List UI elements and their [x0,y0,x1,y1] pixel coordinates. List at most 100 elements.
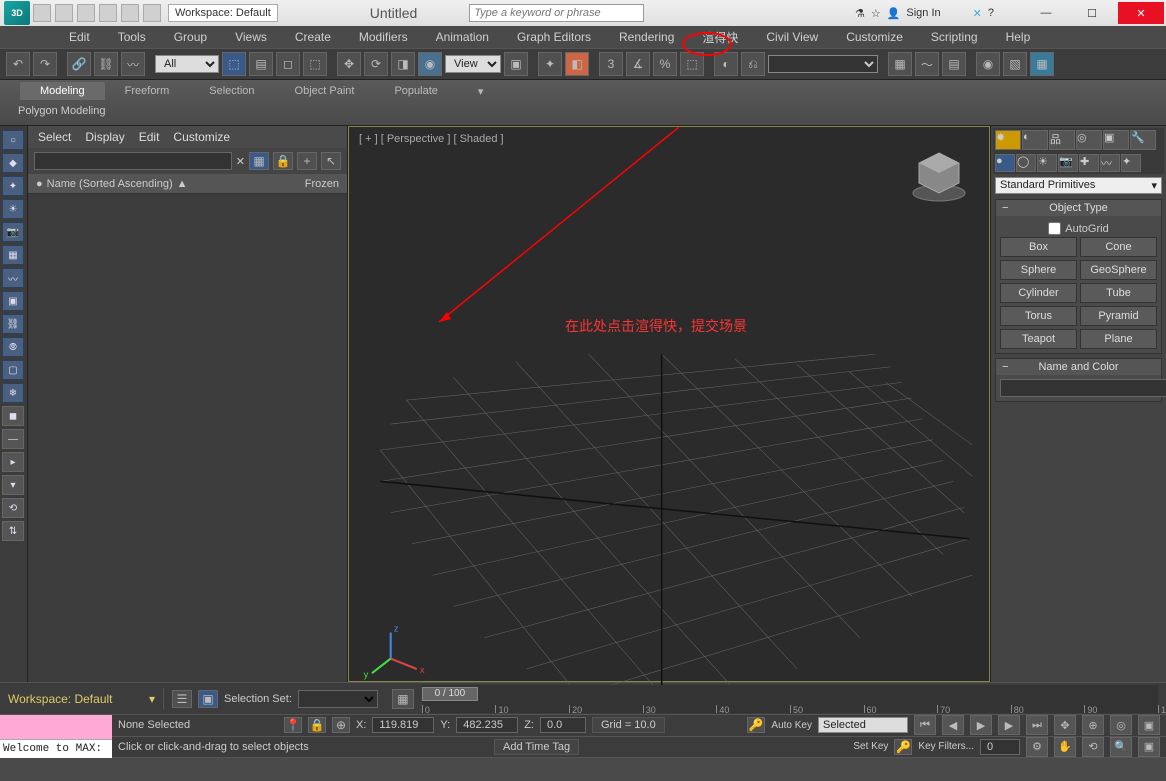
helpers-filter-icon[interactable]: ▦ [2,245,24,265]
spacewarps-filter-icon[interactable]: 〰 [2,268,24,288]
nav-icon-3[interactable]: ◎ [1110,715,1132,735]
abs-rel-icon[interactable]: ⊕ [332,717,350,733]
ribbon-panel-label[interactable]: Polygon Modeling [0,102,1166,117]
autokey-label[interactable]: Auto Key [771,720,812,731]
setkey-label[interactable]: Set Key [853,741,888,752]
z-coord-input[interactable] [540,717,586,733]
percent-snap-button[interactable]: % [653,52,677,76]
script-output-panel[interactable] [0,715,112,739]
menu-edit[interactable]: Edit [55,28,104,46]
bind-button[interactable]: 〰 [121,52,145,76]
link-icon[interactable] [143,4,161,22]
ribbon-tab-freeform[interactable]: Freeform [105,82,190,100]
current-frame-input[interactable] [980,739,1020,755]
pyramid-button[interactable]: Pyramid [1080,306,1157,326]
pivot-button[interactable]: ▣ [504,52,528,76]
maxscript-listener[interactable]: Welcome to MAX: [0,739,112,758]
app-logo-icon[interactable]: 3D [4,1,30,25]
undo-button[interactable]: ↶ [6,52,30,76]
clear-search-icon[interactable]: ✕ [236,155,245,168]
geometry-filter-icon[interactable]: ◆ [2,153,24,173]
add-icon[interactable]: + [297,152,317,170]
sphere-button[interactable]: Sphere [1000,260,1077,280]
ribbon-tab-modeling[interactable]: Modeling [20,82,105,100]
y-coord-input[interactable] [456,717,518,733]
cameras-filter-icon[interactable]: 📷 [2,222,24,242]
prev-frame-button[interactable]: ◀ [942,715,964,735]
material-editor-button[interactable]: ◉ [976,52,1000,76]
xrefs-filter-icon[interactable]: ⛓ [2,314,24,334]
bone-filter-icon[interactable]: ⦾ [2,337,24,357]
rollout-header-namecolor[interactable]: −Name and Color [996,359,1161,375]
explorer-tab-display[interactable]: Display [85,130,124,144]
render-frame-button[interactable]: ▦ [1030,52,1054,76]
box-button[interactable]: Box [1000,237,1077,257]
cone-button[interactable]: Cone [1080,237,1157,257]
angle-snap-button[interactable]: ∡ [626,52,650,76]
lock-icon[interactable]: 🔒 [273,152,293,170]
explorer-tree[interactable] [28,194,347,682]
container-filter-icon[interactable]: ▢ [2,360,24,380]
goto-start-button[interactable]: ⏮ [914,715,936,735]
signin-link[interactable]: Sign In [906,7,940,19]
frozen-filter-icon[interactable]: ❄ [2,383,24,403]
time-ruler[interactable]: 0 / 100 0102030405060708090100 [422,685,1158,713]
schematic-button[interactable]: ▤ [942,52,966,76]
help-search-input[interactable] [469,4,644,22]
nav-icon-2[interactable]: ⊕ [1082,715,1104,735]
viewport[interactable]: [ + ] [ Perspective ] [ Shaded ] [348,126,990,682]
pick-icon[interactable]: ↖ [321,152,341,170]
select-region-button[interactable]: ◻ [276,52,300,76]
named-sel-button[interactable]: ◐ [714,52,738,76]
shapes-icon[interactable]: ◯ [1016,154,1036,172]
timeconfig-icon[interactable]: 🔑 [747,717,765,733]
undo-icon[interactable] [99,4,117,22]
menu-customize[interactable]: Customize [832,28,917,46]
menu-tools[interactable]: Tools [104,28,160,46]
help-icon[interactable]: ? [988,7,994,19]
snap-2d-button[interactable]: 3 [599,52,623,76]
named-selection-dropdown[interactable] [768,55,878,73]
keyboard-shortcut-button[interactable]: ◧ [565,52,589,76]
user-icon[interactable]: 👤 [887,7,901,20]
next-frame-button[interactable]: ▶ [998,715,1020,735]
add-time-tag[interactable]: Add Time Tag [494,739,579,755]
minimize-button[interactable]: — [1026,2,1066,24]
menu-scripting[interactable]: Scripting [917,28,992,46]
menu-help[interactable]: Help [992,28,1045,46]
menu-group[interactable]: Group [160,28,221,46]
redo-button[interactable]: ↷ [33,52,57,76]
nav-icon-1[interactable]: ✥ [1054,715,1076,735]
ref-coord-dropdown[interactable]: View [445,55,501,73]
selection-lock-icon[interactable]: 🔒 [308,717,326,733]
explorer-column-header[interactable]: ● Name (Sorted Ascending) ▲ Frozen [28,174,347,194]
exchange-icon[interactable]: ✕ [973,7,982,20]
save-file-icon[interactable] [77,4,95,22]
render-setup-button[interactable]: ▧ [1003,52,1027,76]
orbit-button[interactable]: ⟲ [1082,737,1104,757]
sort-icon[interactable]: ⇅ [2,521,24,541]
menu-graph-editors[interactable]: Graph Editors [503,28,605,46]
maximize-button[interactable]: ☐ [1072,2,1112,24]
modify-tab-icon[interactable]: ◐ [1022,130,1048,150]
hierarchy-tab-icon[interactable]: 品 [1049,130,1075,150]
ribbon-collapse-icon[interactable]: ▾ [458,82,504,101]
hidden-filter-icon[interactable]: ◼ [2,406,24,426]
object-category-dropdown[interactable]: Standard Primitives▾ [995,177,1162,194]
explorer-tab-select[interactable]: Select [38,130,71,144]
window-crossing-button[interactable]: ⬚ [303,52,327,76]
setkey-icon[interactable]: 🔑 [894,739,912,755]
redo-icon[interactable] [121,4,139,22]
open-file-icon[interactable] [55,4,73,22]
motion-tab-icon[interactable]: ◎ [1076,130,1102,150]
time-config-button[interactable]: ⚙ [1026,737,1048,757]
layer-button[interactable]: ▦ [888,52,912,76]
play-button[interactable]: ▶ [970,715,992,735]
layers-icon[interactable]: ☰ [172,690,192,708]
new-file-icon[interactable] [33,4,51,22]
nav-icon-4[interactable]: ▣ [1138,715,1160,735]
select-object-button[interactable]: ⬚ [222,52,246,76]
time-slider[interactable]: 0 / 100 [422,687,478,701]
explorer-search-input[interactable] [34,152,232,170]
menu-civil-view[interactable]: Civil View [752,28,832,46]
